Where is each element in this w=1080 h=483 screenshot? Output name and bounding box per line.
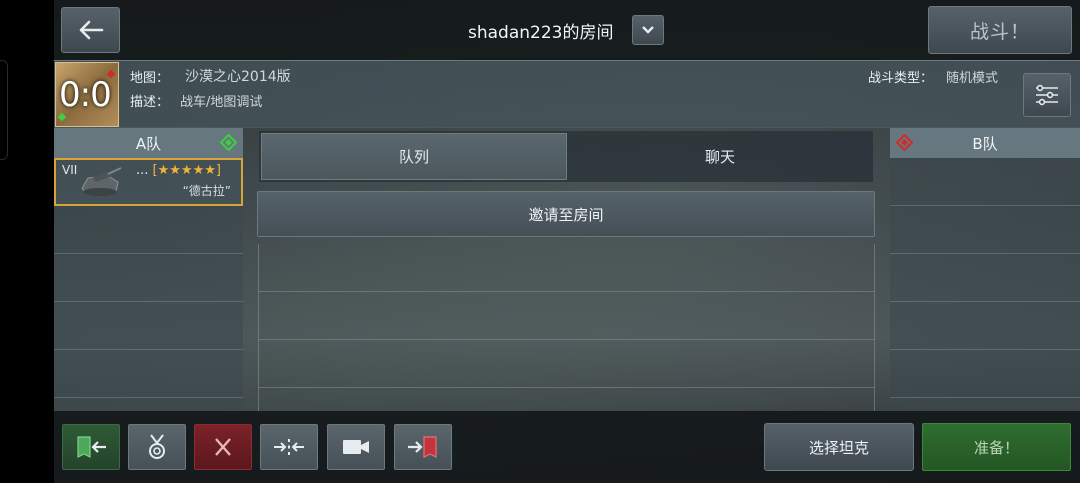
team-b-diamond-icon: [896, 134, 913, 151]
room-menu-dropdown[interactable]: [632, 15, 664, 45]
map-name: 沙漠之心2014版: [185, 69, 291, 85]
invite-to-room-button[interactable]: 邀请至房间: [257, 191, 875, 237]
battle-button[interactable]: 战斗！: [928, 6, 1072, 54]
score: 0:0: [59, 75, 112, 115]
spectate-button[interactable]: [327, 424, 385, 470]
chevron-down-icon: [642, 26, 654, 34]
team-a-slot[interactable]: [54, 302, 243, 350]
join-team-a-icon: [77, 436, 106, 458]
tab-bar: 队列 聊天: [259, 131, 873, 182]
tank-icon: [81, 167, 122, 196]
team-b-panel: B队: [890, 128, 1080, 411]
bottom-bar: 选择坦克 准备！: [54, 411, 1080, 483]
join-team-b-button[interactable]: [394, 424, 452, 470]
queue-list: [258, 244, 875, 411]
player-name-line: ... [★★★★★]: [136, 163, 221, 178]
description-label: 描述：: [130, 95, 170, 110]
select-tank-button[interactable]: 选择坦克: [764, 423, 914, 471]
team-a-name: A队: [135, 134, 162, 153]
team-b-header[interactable]: B队: [890, 128, 1080, 158]
medal-button[interactable]: [128, 424, 186, 470]
join-team-a-button[interactable]: [62, 424, 120, 470]
player-slot-selected[interactable]: VII ... [★★★★★] “德古拉”: [54, 158, 243, 206]
back-button[interactable]: [61, 7, 120, 53]
tab-queue[interactable]: 队列: [261, 133, 567, 180]
room-title: shadan223的房间: [468, 23, 614, 43]
device-edge: [0, 0, 54, 483]
swap-teams-button[interactable]: [260, 424, 318, 470]
team-a-slot[interactable]: [54, 350, 243, 398]
team-b-slot[interactable]: [890, 302, 1080, 350]
tab-chat[interactable]: 聊天: [567, 131, 873, 182]
team-a-diamond-icon: [220, 134, 237, 151]
player-tank-name: “德古拉”: [182, 184, 231, 198]
join-team-b-icon: [408, 436, 437, 458]
team-a-slot[interactable]: [54, 254, 243, 302]
team-b-slot[interactable]: [890, 206, 1080, 254]
player-rating: [★★★★★]: [152, 163, 221, 178]
close-room-button[interactable]: [194, 424, 252, 470]
swap-teams-icon: [274, 439, 304, 455]
queue-row: [259, 244, 874, 292]
team-a-header[interactable]: A队: [54, 128, 243, 158]
team-a-slot[interactable]: [54, 206, 243, 254]
team-b-name: B队: [972, 134, 998, 153]
top-bar: shadan223的房间 战斗！: [54, 0, 1080, 60]
battle-type-label: 战斗类型：: [868, 71, 934, 86]
team-b-slot[interactable]: [890, 254, 1080, 302]
ready-button[interactable]: 准备！: [922, 423, 1071, 471]
camera-icon: [343, 440, 369, 454]
battle-type-value: 随机模式: [946, 71, 999, 86]
device-notch: [0, 60, 8, 160]
back-arrow-icon: [79, 20, 103, 40]
queue-row: [259, 292, 874, 340]
medal-icon: [149, 434, 165, 459]
tank-tier: VII: [62, 163, 78, 177]
team-b-slot[interactable]: [890, 350, 1080, 398]
room-screen: shadan223的房间 战斗！ 0:0 地图： 沙漠之心2014版 描述： 战…: [54, 0, 1080, 483]
queue-row: [259, 340, 874, 388]
map-thumbnail[interactable]: 0:0: [55, 62, 119, 127]
player-name: ...: [136, 163, 149, 178]
map-info-bar: 0:0 地图： 沙漠之心2014版 描述： 战车/地图调试 战斗类型： 随机模式: [54, 60, 1080, 128]
description-value: 战车/地图调试: [180, 95, 263, 110]
close-icon: [215, 438, 231, 456]
settings-sliders-icon: [1036, 84, 1058, 106]
room-settings-button[interactable]: [1023, 73, 1071, 117]
team-a-panel: A队 VII ... [★★★★★] “德古拉”: [54, 128, 243, 411]
team-b-slot[interactable]: [890, 158, 1080, 206]
map-label: 地图：: [130, 71, 170, 86]
